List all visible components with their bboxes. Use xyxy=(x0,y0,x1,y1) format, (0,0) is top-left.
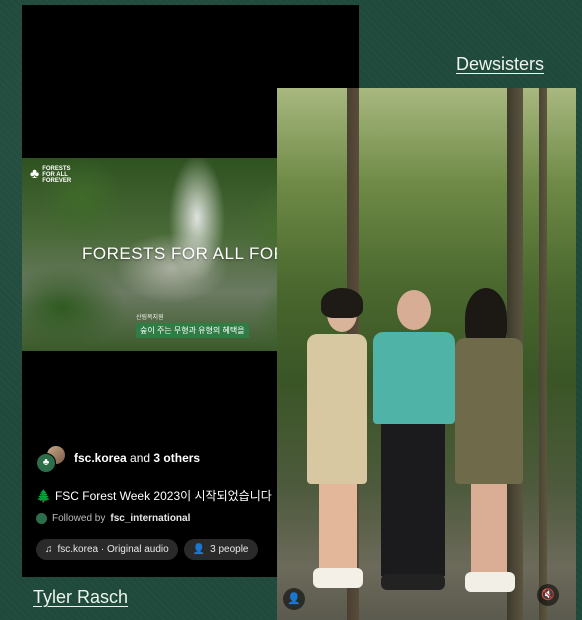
fsc-tree-icon: ♣ xyxy=(30,165,40,181)
followed-account[interactable]: fsc_international xyxy=(110,513,190,524)
follower-avatar-icon xyxy=(36,513,47,524)
video-subtitle: 산림복지원 숲이 주는 무형과 유형의 혜택을 xyxy=(136,312,249,338)
person-icon: 👤 xyxy=(192,544,206,555)
followed-by: Followed by fsc_international xyxy=(36,513,190,524)
tree-emoji-icon: 🌲 xyxy=(36,489,51,503)
followed-prefix: Followed by xyxy=(52,513,106,524)
fsc-logo: ♣ FORESTS FOR ALL FOREVER xyxy=(30,165,72,184)
owners-others[interactable]: 3 others xyxy=(153,451,200,465)
audio-pill-label: fsc.korea · Original audio xyxy=(57,544,169,555)
caption-text: FSC Forest Week 2023이 시작되었습니다 xyxy=(54,489,272,503)
forest-group-photo[interactable]: 👤 🔇 xyxy=(277,88,576,620)
owners-and: and xyxy=(130,451,151,465)
fsc-logo-text: FORESTS FOR ALL FOREVER xyxy=(42,166,72,184)
owner-avatars[interactable]: ♣ xyxy=(36,445,66,473)
video-subtitle-box: 숲이 주는 무형과 유형의 혜택을 xyxy=(136,323,249,338)
mute-icon[interactable]: 🔇 xyxy=(537,584,559,606)
owner-account[interactable]: fsc.korea xyxy=(74,451,127,465)
reel-pills: ♫ fsc.korea · Original audio 👤 3 people xyxy=(36,539,258,560)
people-pill-label: 3 people xyxy=(210,544,249,555)
people-pill[interactable]: 👤 3 people xyxy=(183,539,258,560)
video-subtitle-top: 산림복지원 xyxy=(136,315,164,321)
tagged-people-icon[interactable]: 👤 xyxy=(283,588,305,610)
post-caption: 🌲 FSC Forest Week 2023이 시작되었습니다 xyxy=(36,487,272,504)
dewsisters-link[interactable]: Dewsisters xyxy=(456,54,544,75)
tyler-rasch-link[interactable]: Tyler Rasch xyxy=(33,587,128,608)
post-owners[interactable]: ♣ fsc.korea and 3 others xyxy=(36,445,200,473)
owners-text: fsc.korea and 3 others xyxy=(74,451,200,465)
music-icon: ♫ xyxy=(45,544,53,555)
audio-pill[interactable]: ♫ fsc.korea · Original audio xyxy=(36,539,178,560)
fsc-avatar: ♣ xyxy=(36,453,56,473)
